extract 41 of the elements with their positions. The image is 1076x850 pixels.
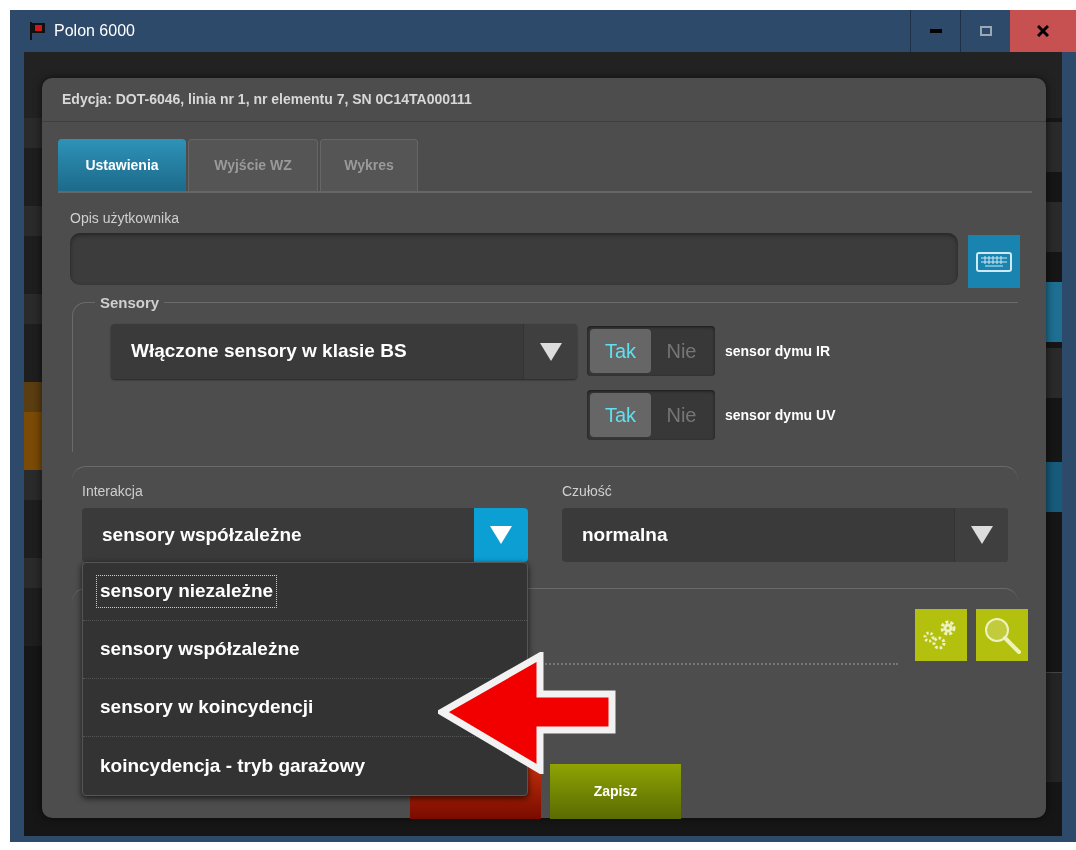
yes-no-switch[interactable]: Tak Nie (587, 390, 715, 440)
list-item-header (24, 206, 44, 236)
minimize-icon (929, 29, 942, 33)
list-item[interactable] (24, 500, 44, 558)
list-item[interactable] (24, 588, 44, 646)
list-item-header (24, 558, 44, 588)
field-label: Interakcja (82, 482, 144, 501)
settings-button[interactable] (915, 609, 967, 661)
dropdown-option[interactable]: sensory niezależne (96, 575, 278, 608)
list-item[interactable] (24, 148, 44, 206)
search-button[interactable] (976, 609, 1028, 661)
description-field[interactable] (70, 233, 958, 285)
window-title: Polon 6000 (54, 21, 135, 41)
list-item-header (24, 294, 44, 324)
tab[interactable]: Ustawienia (58, 139, 186, 191)
dropdown-arrow-icon (490, 526, 512, 544)
keyboard-icon (976, 251, 1012, 272)
dropdown-option[interactable]: sensory współzależne (96, 633, 304, 666)
switch-label: sensor dymu UV (725, 405, 836, 425)
dropdown-option[interactable]: koincydencja - tryb garażowy (96, 749, 370, 783)
close-icon (1037, 25, 1049, 37)
field-label: Czułość (562, 482, 613, 501)
maximize-icon (979, 26, 992, 36)
dropdown-arrow-icon (539, 342, 562, 361)
save-button[interactable]: Zapisz (550, 764, 681, 819)
dialog-title: Edycja: DOT-6046, linia nr 1, nr elementu 7, SN 0C14TA000111 (62, 90, 472, 109)
field-label: Opis użytkownika (70, 209, 180, 228)
interaction-dropdown[interactable]: sensory współzależne (82, 508, 528, 562)
list-item[interactable] (24, 324, 44, 382)
dropdown-arrow-icon (970, 526, 993, 544)
yes-no-switch[interactable]: Tak Nie (587, 326, 715, 376)
sensitivity-dropdown[interactable]: normalna (562, 508, 1008, 562)
switch-label: sensor dymu IR (725, 341, 831, 361)
keyboard-button[interactable] (968, 235, 1020, 288)
list-item[interactable] (24, 236, 44, 294)
app-flag-icon (30, 22, 46, 40)
sensor-mode-dropdown[interactable]: Włączone sensory w klasie BS (111, 324, 577, 379)
list-item-header (24, 470, 44, 500)
list-item-header (24, 382, 44, 412)
close-button[interactable] (1010, 10, 1076, 52)
dropdown-option[interactable]: sensory w koincydencji (96, 691, 318, 724)
